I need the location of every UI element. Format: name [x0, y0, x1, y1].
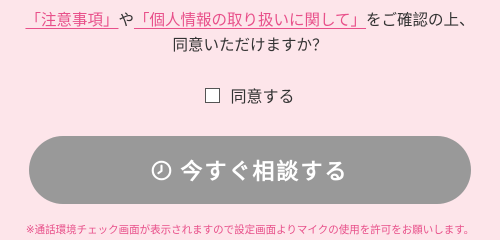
- agree-checkbox[interactable]: [205, 87, 221, 103]
- clock-icon: [152, 160, 172, 180]
- consent-question: 同意いただけますか？: [172, 36, 328, 54]
- consent-line-1: 「注意事項」や「個人情報の取り扱いに関して」をご確認の上、: [0, 8, 500, 33]
- privacy-link[interactable]: 「個人情報の取り扱いに関して」: [134, 11, 366, 29]
- consent-suffix: をご確認の上、: [366, 11, 475, 29]
- agree-label[interactable]: 同意する: [230, 83, 294, 107]
- notes-link[interactable]: 「注意事項」: [25, 11, 118, 29]
- consult-button-label: 今すぐ相談する: [180, 160, 349, 185]
- consent-text: 「注意事項」や「個人情報の取り扱いに関して」をご確認の上、 同意いただけますか？: [0, 8, 500, 58]
- consent-connector: や: [118, 11, 134, 29]
- agree-row[interactable]: 同意する: [0, 84, 500, 106]
- mic-permission-notice: ※通話環境チェック画面が表示されますので設定画面よりマイクの使用を許可をお願いし…: [25, 224, 475, 236]
- consult-now-button[interactable]: 今すぐ相談する: [29, 136, 471, 204]
